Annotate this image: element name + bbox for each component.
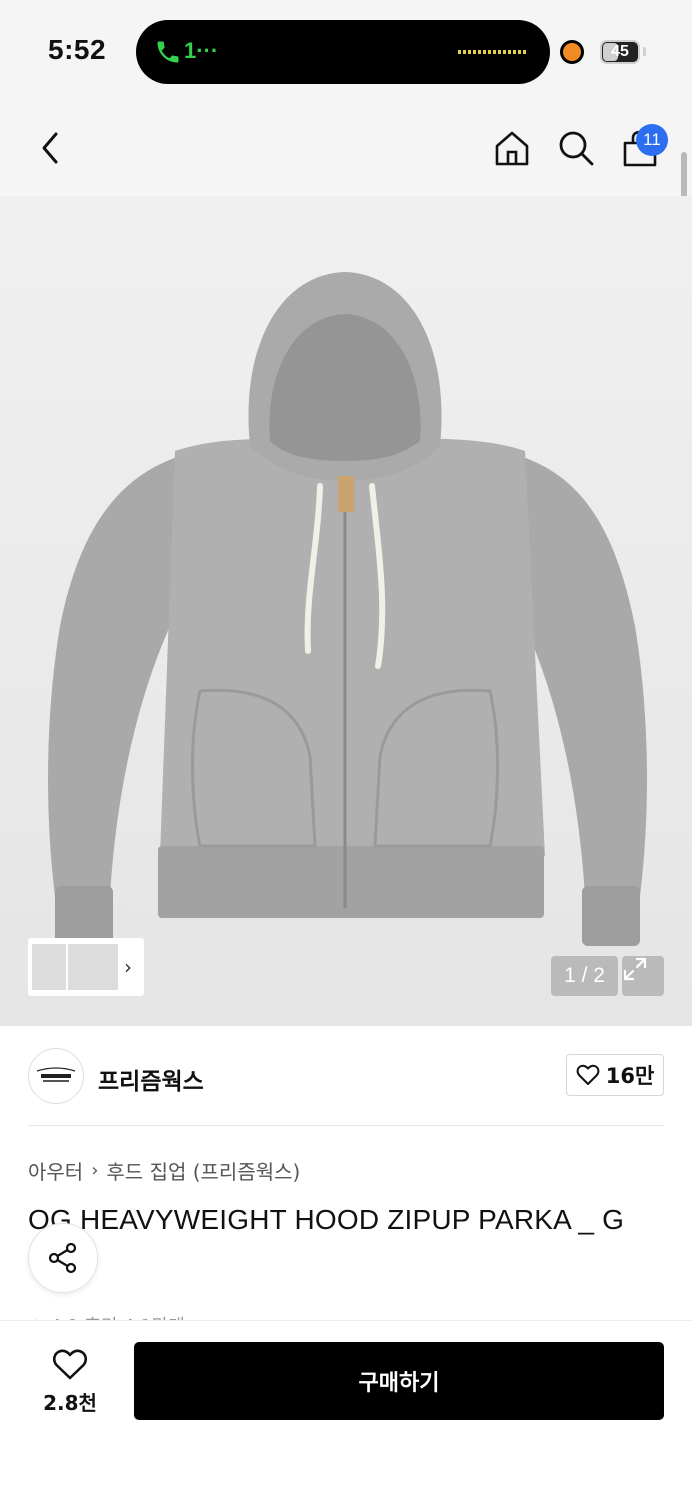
home-icon — [495, 131, 529, 166]
thumbnail-3[interactable] — [98, 944, 118, 990]
cart-count-badge: 11 — [636, 124, 668, 156]
breadcrumb: 아우터 › 후드 집업 (프리즘웍스) — [28, 1156, 300, 1185]
thumbnail-2[interactable] — [68, 944, 102, 990]
brand-logo[interactable] — [28, 1048, 84, 1104]
heart-icon — [576, 1064, 600, 1085]
bottom-action-bar: 2.8천 구매하기 — [0, 1320, 692, 1500]
dynamic-island[interactable]: 1··· — [136, 20, 550, 84]
call-duration: 1··· — [184, 38, 219, 63]
breadcrumb-category[interactable]: 아우터 — [28, 1156, 83, 1185]
chevron-right-icon: › — [91, 1160, 99, 1181]
wishlist-button[interactable]: 2.8천 — [28, 1349, 112, 1419]
phone-icon — [157, 41, 179, 63]
thumbnail-1[interactable] — [32, 944, 66, 990]
audio-wave-icon — [458, 50, 528, 54]
heart-icon — [52, 1349, 88, 1380]
home-button[interactable] — [492, 128, 532, 168]
chevron-left-icon — [42, 132, 58, 164]
share-icon — [48, 1242, 77, 1274]
expand-icon — [623, 957, 647, 981]
back-button[interactable] — [30, 128, 70, 168]
breadcrumb-subcategory[interactable]: 후드 집업 (프리즘웍스) — [106, 1156, 300, 1185]
recording-indicator-icon — [560, 40, 584, 64]
top-nav — [0, 100, 692, 196]
battery-cap — [643, 47, 646, 56]
brand-like-count: 16만 — [605, 1064, 655, 1088]
search-icon — [559, 131, 594, 166]
status-bar: 5:52 1··· 45 — [0, 0, 692, 100]
brand-like-button[interactable]: 16만 — [566, 1054, 664, 1096]
brand-row[interactable]: 프리즘웍스 16만 — [0, 1026, 692, 1126]
image-counter: 1 / 2 — [551, 956, 618, 996]
buy-button[interactable]: 구매하기 — [134, 1342, 664, 1420]
product-title: OG HEAVYWEIGHT HOOD ZIPUP PARKA _ G — [28, 1204, 625, 1235]
battery-icon: 45 — [600, 40, 640, 64]
brand-logo-mark — [36, 1067, 76, 1082]
divider — [28, 1125, 664, 1126]
wishlist-count: 2.8천 — [43, 1391, 97, 1415]
battery-level: 45 — [611, 43, 629, 60]
status-time: 5:52 — [48, 34, 107, 65]
search-button[interactable] — [556, 128, 596, 168]
brand-name[interactable]: 프리즘웍스 — [98, 1062, 204, 1096]
chevron-right-icon[interactable]: › — [124, 955, 132, 979]
expand-button[interactable] — [622, 956, 664, 996]
thumbnail-strip[interactable]: › — [28, 938, 144, 996]
share-button[interactable] — [28, 1223, 98, 1293]
product-image — [48, 272, 647, 946]
product-image-gallery[interactable]: › 1 / 2 — [0, 196, 692, 1026]
